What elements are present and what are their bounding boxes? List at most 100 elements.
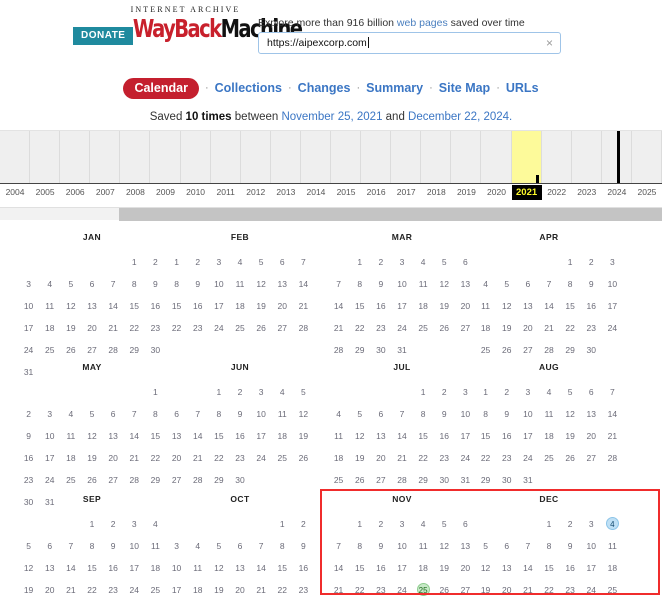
timeline-column-2011[interactable] — [211, 131, 241, 184]
day-mar-26: 26 — [439, 323, 449, 333]
timeline-year-label-2023[interactable]: 2023 — [572, 185, 602, 199]
timeline-year-label-2022[interactable]: 2022 — [542, 185, 572, 199]
nav-separator: · — [429, 82, 433, 94]
timeline-column-2017[interactable] — [391, 131, 422, 184]
timeline-column-2013[interactable] — [271, 131, 301, 184]
day-sep-12: 12 — [23, 563, 34, 573]
day-nov-14: 14 — [333, 563, 344, 573]
saved-end-date: December 22, 2024. — [408, 111, 513, 123]
web-pages-link[interactable]: web pages — [397, 17, 448, 29]
timeline-column-2005[interactable] — [30, 131, 61, 184]
timeline-year-label-2015[interactable]: 2015 — [331, 185, 361, 199]
tab-collections[interactable]: Collections — [215, 81, 282, 95]
timeline-capture-bar-2024[interactable] — [617, 131, 621, 184]
timeline-year-label-2010[interactable]: 2010 — [181, 185, 211, 199]
timeline-year-label-2005[interactable]: 2005 — [30, 185, 60, 199]
day-mar-31: 31 — [397, 345, 407, 355]
timeline-column-2010[interactable] — [181, 131, 211, 184]
day-jun-18: 18 — [277, 431, 287, 441]
timeline-column-2009[interactable] — [150, 131, 181, 184]
day-sep-4: 4 — [153, 519, 158, 529]
day-may-3: 3 — [47, 409, 53, 419]
wayback-machine-page: DONATE INTERNET ARCHIVE WayBackMachine E… — [0, 0, 662, 600]
timeline-column-2008[interactable] — [120, 131, 151, 184]
clear-icon[interactable]: × — [546, 36, 553, 50]
day-jan-9: 9 — [153, 279, 158, 289]
nav-separator: · — [288, 82, 292, 94]
day-may-7: 7 — [131, 409, 137, 419]
saved-start-date: November 25, 2021 — [281, 111, 383, 123]
timeline-column-2004[interactable] — [0, 131, 31, 184]
tab-site-map[interactable]: Site Map — [439, 81, 490, 95]
day-feb-8: 8 — [174, 279, 179, 289]
url-search-input[interactable]: https://aipexcorp.com × — [258, 32, 561, 54]
day-jan-5: 5 — [68, 279, 74, 289]
timeline-year-label-2014[interactable]: 2014 — [301, 185, 331, 199]
timeline-column-2023[interactable] — [572, 131, 602, 184]
day-nov-25[interactable]: 25 — [413, 579, 434, 600]
timeline-column-2025[interactable] — [632, 131, 662, 184]
capture-marker-green[interactable]: 25 — [416, 583, 430, 596]
scrollbar-thumb[interactable] — [119, 208, 662, 221]
timeline-year-label-2012[interactable]: 2012 — [241, 185, 271, 199]
timeline-year-label-2019[interactable]: 2019 — [451, 185, 481, 199]
day-empty — [166, 513, 187, 535]
day-jul-22: 22 — [418, 453, 428, 463]
month-weeks: 1234567891011121314151617181920212223242… — [18, 513, 166, 600]
day-apr-10: 10 — [607, 279, 618, 289]
timeline-column-2012[interactable] — [241, 131, 271, 184]
timeline-year-label-2018[interactable]: 2018 — [421, 185, 451, 199]
timeline-year-label-2011[interactable]: 2011 — [211, 185, 241, 199]
day-aug-17: 17 — [523, 431, 533, 441]
horizontal-scrollbar[interactable] — [0, 207, 662, 221]
tab-urls[interactable]: URLs — [506, 81, 539, 95]
wayback-logo[interactable]: INTERNET ARCHIVE WayBackMachine — [118, 5, 303, 42]
timeline-column-2019[interactable] — [451, 131, 482, 184]
day-jun-9: 9 — [237, 409, 243, 419]
timeline-column-2007[interactable] — [90, 131, 121, 184]
week-row: 8 9 10 11 12 13 14 — [475, 403, 623, 425]
timeline-year-label-2008[interactable]: 2008 — [120, 185, 150, 199]
day-jan-17: 17 — [23, 323, 34, 333]
timeline-year-label-2013[interactable]: 2013 — [271, 185, 301, 199]
timeline-year-label-2006[interactable]: 2006 — [60, 185, 90, 199]
day-sep-16: 16 — [108, 563, 118, 573]
tab-changes[interactable]: Changes — [298, 81, 351, 95]
timeline-year-label-2007[interactable]: 2007 — [90, 185, 120, 199]
tab-calendar[interactable]: Calendar — [123, 78, 199, 99]
day-apr-24: 24 — [607, 323, 618, 333]
day-dec-4[interactable]: 4 — [602, 513, 623, 535]
year-timeline[interactable]: 2004 2005 2006 2007 2008 2009 2010 2011 2012 2013… — [0, 128, 662, 206]
day-dec-22: 22 — [544, 585, 554, 595]
timeline-column-2006[interactable] — [60, 131, 91, 184]
day-sep-8: 8 — [89, 541, 95, 551]
timeline-year-label-2009[interactable]: 2009 — [150, 185, 180, 199]
day-nov-17: 17 — [397, 563, 407, 573]
timeline-year-label-2017[interactable]: 2017 — [391, 185, 421, 199]
day-empty — [391, 381, 412, 403]
day-jan-10: 10 — [23, 301, 34, 311]
day-mar-17: 17 — [397, 301, 407, 311]
timeline-column-2014[interactable] — [301, 131, 331, 184]
timeline-year-label-2020[interactable]: 2020 — [481, 185, 511, 199]
timeline-column-2015[interactable] — [331, 131, 362, 184]
week-row: 22 23 24 25 26 27 28 — [166, 317, 314, 339]
day-aug-13: 13 — [586, 409, 596, 419]
timeline-column-2018[interactable] — [421, 131, 452, 184]
day-empty — [39, 251, 60, 273]
timeline-year-label-2024[interactable]: 2024 — [602, 185, 632, 199]
timeline-year-label-2025[interactable]: 2025 — [632, 185, 662, 199]
timeline-year-label-2016[interactable]: 2016 — [361, 185, 391, 199]
capture-marker-blue[interactable]: 4 — [605, 517, 619, 530]
timeline-year-label-2021[interactable]: 2021 — [511, 185, 542, 200]
timeline-column-2020[interactable] — [481, 131, 512, 184]
day-jul-5: 5 — [357, 409, 363, 419]
day-apr-17: 17 — [607, 301, 618, 311]
timeline-column-2022[interactable] — [542, 131, 572, 184]
week-row: 1 2 3 4 5 6 — [328, 513, 476, 535]
tab-summary[interactable]: Summary — [366, 81, 423, 95]
timeline-year-label-2004[interactable]: 2004 — [0, 185, 30, 199]
month-name: JUL — [393, 362, 411, 372]
day-jun-4: 4 — [279, 387, 285, 397]
timeline-column-2016[interactable] — [361, 131, 392, 184]
